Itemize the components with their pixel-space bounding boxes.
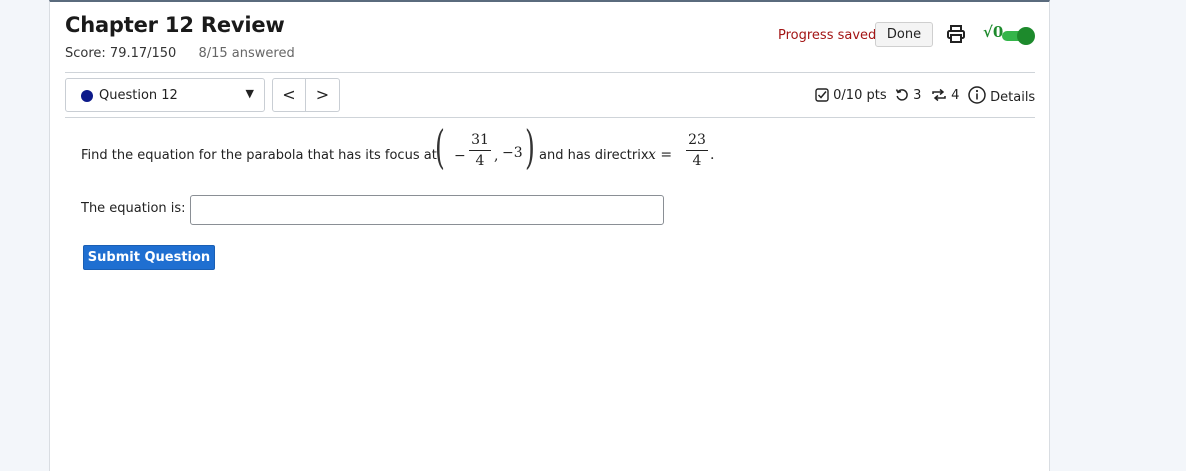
answered-count: 8/15 answered: [198, 46, 295, 61]
score-text: Score: 79.17/150: [65, 46, 177, 61]
focus-x-fraction: 31 4: [469, 132, 491, 169]
assignment-panel: Chapter 12 Review Score: 79.17/150 8/15 …: [49, 0, 1050, 471]
progress-status: Progress saved: [778, 28, 877, 43]
info-icon: [968, 86, 986, 104]
directrix-numerator: 23: [688, 132, 706, 148]
directrix-variable: x =: [648, 147, 673, 163]
attempts-indicator: 4: [931, 88, 959, 103]
directrix-fraction: 23 4: [686, 132, 708, 169]
question-status-dot: [81, 90, 93, 102]
attempts-count: 4: [951, 88, 960, 103]
question-prompt-mid: and has directrix: [539, 148, 649, 163]
details-label: Details: [990, 90, 1036, 105]
points-text: 0/10 pts: [833, 88, 887, 103]
open-paren: (: [435, 120, 445, 174]
next-question-button[interactable]: >: [306, 78, 340, 112]
attempts-icon: [932, 88, 946, 102]
question-select[interactable]: Question 12 ▼: [65, 78, 265, 112]
answer-input[interactable]: [190, 195, 664, 225]
points-indicator: 0/10 pts: [815, 88, 887, 103]
math-entry-toggle[interactable]: [1002, 27, 1035, 45]
header-divider: [65, 72, 1035, 73]
chevron-down-icon: ▼: [245, 87, 254, 100]
question-select-label: Question 12: [99, 88, 178, 103]
focus-minus: −: [454, 148, 466, 164]
focus-y: −3: [502, 145, 523, 161]
score-line: Score: 79.17/150 8/15 answered: [65, 46, 295, 61]
question-divider: [65, 117, 1035, 118]
done-button[interactable]: Done: [875, 22, 933, 47]
retries-indicator: 3: [895, 88, 921, 103]
page-title: Chapter 12 Review: [65, 13, 285, 37]
focus-separator: ,: [494, 148, 499, 164]
answer-label: The equation is:: [81, 201, 186, 216]
math-entry-icon: √0: [983, 23, 1004, 41]
details-link[interactable]: Details: [968, 86, 1035, 105]
retries-count: 3: [913, 88, 922, 103]
fraction-bar: [686, 150, 708, 151]
question-prompt: Find the equation for the parabola that …: [81, 148, 437, 163]
directrix-denominator: 4: [692, 153, 702, 169]
print-icon[interactable]: [946, 24, 966, 44]
submit-question-button[interactable]: Submit Question: [83, 245, 215, 270]
close-paren: ): [525, 120, 535, 174]
retry-icon: [895, 89, 908, 101]
sentence-period: .: [710, 147, 715, 163]
fraction-bar: [469, 150, 491, 151]
previous-question-button[interactable]: <: [272, 78, 306, 112]
checkbox-icon: [815, 88, 829, 102]
focus-x-numerator: 31: [471, 132, 489, 148]
toggle-knob: [1017, 27, 1035, 45]
focus-x-denominator: 4: [475, 153, 485, 169]
